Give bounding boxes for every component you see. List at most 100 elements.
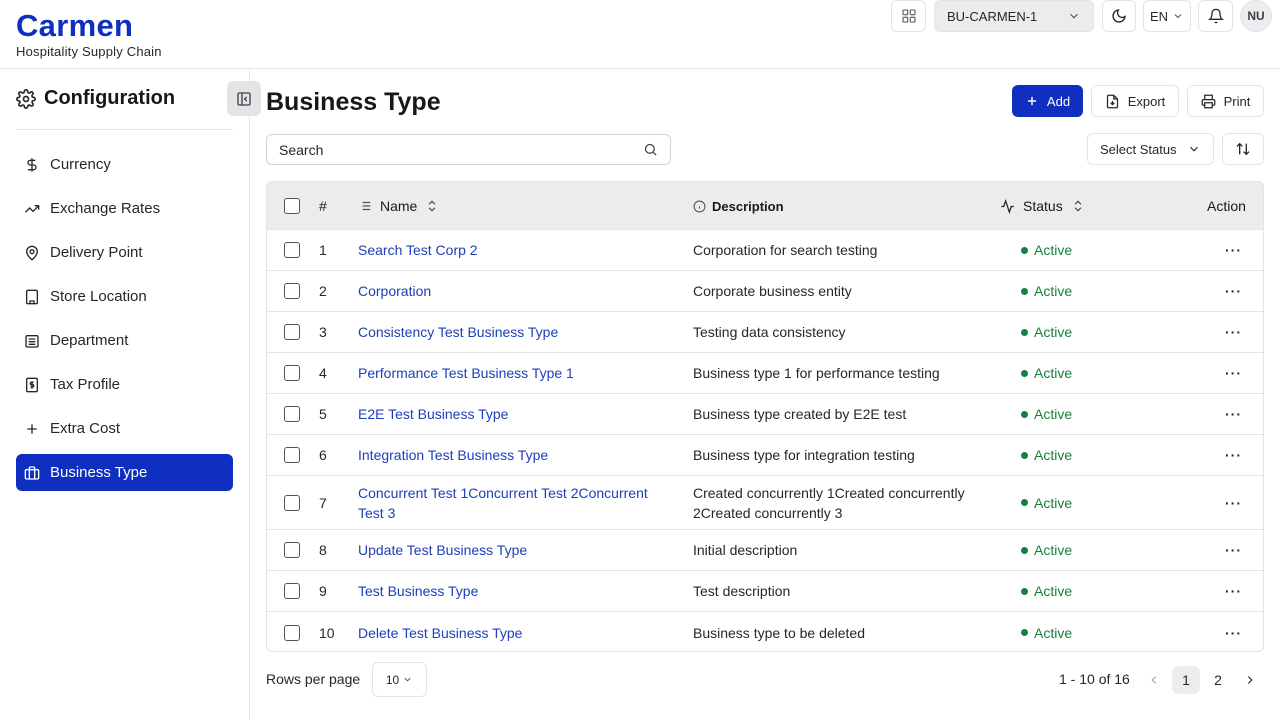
export-button-label: Export bbox=[1127, 93, 1166, 109]
previous-page-button[interactable] bbox=[1140, 666, 1168, 694]
theme-toggle-button[interactable] bbox=[1102, 0, 1136, 32]
row-name-link[interactable]: Integration Test Business Type bbox=[358, 435, 673, 475]
sidebar-item-delivery-point[interactable]: Delivery Point bbox=[16, 234, 233, 271]
row-checkbox[interactable] bbox=[284, 242, 300, 258]
add-button[interactable]: Add bbox=[1012, 85, 1083, 117]
page-2-button[interactable]: 2 bbox=[1204, 666, 1232, 694]
sidebar-item-currency[interactable]: Currency bbox=[16, 146, 233, 183]
row-actions-button[interactable]: ··· bbox=[1225, 271, 1242, 311]
notifications-button[interactable] bbox=[1198, 0, 1233, 32]
row-checkbox[interactable] bbox=[284, 583, 300, 599]
row-name-link[interactable]: Update Test Business Type bbox=[358, 530, 673, 570]
status-dot bbox=[1021, 629, 1028, 636]
row-checkbox[interactable] bbox=[284, 494, 300, 511]
trending-up-icon bbox=[24, 201, 40, 217]
sidebar-item-department[interactable]: Department bbox=[16, 322, 233, 359]
business-unit-select[interactable]: BU-CARMEN-1 bbox=[934, 0, 1094, 32]
page-1-button[interactable]: 1 bbox=[1172, 666, 1200, 694]
row-actions-button[interactable]: ··· bbox=[1225, 394, 1242, 434]
sidebar-item-extra-cost[interactable]: Extra Cost bbox=[16, 410, 233, 447]
row-actions-button[interactable]: ··· bbox=[1225, 353, 1242, 393]
user-avatar[interactable]: NU bbox=[1240, 0, 1272, 32]
export-button[interactable]: Export bbox=[1091, 85, 1179, 117]
table-header: # Name Description Status Action bbox=[267, 182, 1263, 230]
row-actions-button[interactable]: ··· bbox=[1225, 312, 1242, 352]
sort-button[interactable] bbox=[1222, 133, 1264, 165]
table-row[interactable]: 10 Delete Test Business Type Business type… bbox=[267, 612, 1263, 651]
print-button[interactable]: Print bbox=[1187, 85, 1264, 117]
row-actions-button[interactable]: ··· bbox=[1225, 530, 1242, 570]
search-input[interactable] bbox=[279, 141, 619, 158]
row-name-link[interactable]: Delete Test Business Type bbox=[358, 612, 673, 651]
row-actions-button[interactable]: ··· bbox=[1225, 435, 1242, 475]
table-row[interactable]: 7 Concurrent Test 1Concurrent Test 2Concu… bbox=[267, 476, 1263, 530]
sidebar-item-exchange-rates[interactable]: Exchange Rates bbox=[16, 190, 233, 227]
row-actions-button[interactable]: ··· bbox=[1225, 476, 1242, 529]
row-description: Business type for integration testing bbox=[693, 447, 915, 463]
column-status[interactable]: Status bbox=[1000, 182, 1085, 230]
rows-per-page-label: Rows per page bbox=[266, 671, 361, 687]
status-badge: Active bbox=[1021, 271, 1072, 311]
table-row[interactable]: 5 E2E Test Business Type Business type cre… bbox=[267, 394, 1263, 435]
row-select-cell bbox=[284, 476, 300, 529]
sidebar-item-store-location[interactable]: Store Location bbox=[16, 278, 233, 315]
print-button-label: Print bbox=[1223, 93, 1251, 109]
row-select-cell bbox=[284, 394, 300, 434]
row-checkbox[interactable] bbox=[284, 324, 300, 340]
search-icon[interactable] bbox=[643, 142, 658, 157]
row-checkbox[interactable] bbox=[284, 624, 300, 641]
row-name-link[interactable]: Performance Test Business Type 1 bbox=[358, 353, 673, 393]
sidebar-collapse-button[interactable] bbox=[227, 81, 261, 116]
sidebar-item-tax-profile[interactable]: Tax Profile bbox=[16, 366, 233, 403]
status-label: Active bbox=[1034, 242, 1073, 258]
language-select[interactable]: EN bbox=[1143, 0, 1191, 32]
row-name-link[interactable]: Consistency Test Business Type bbox=[358, 312, 673, 352]
table-row[interactable]: 2 Corporation Corporate business entity Act… bbox=[267, 271, 1263, 312]
row-name-link[interactable]: Test Business Type bbox=[358, 571, 673, 611]
list-icon bbox=[358, 199, 372, 213]
column-name[interactable]: Name bbox=[358, 182, 439, 230]
chevron-left-icon bbox=[1147, 673, 1161, 687]
chevron-down-icon bbox=[1172, 10, 1184, 22]
select-all-checkbox[interactable] bbox=[284, 198, 300, 214]
building-icon bbox=[24, 289, 40, 305]
row-select-cell bbox=[284, 230, 300, 270]
row-checkbox[interactable] bbox=[284, 365, 300, 381]
row-name-link[interactable]: Concurrent Test 1Concurrent Test 2Concur… bbox=[358, 476, 673, 529]
row-name-link[interactable]: E2E Test Business Type bbox=[358, 394, 673, 434]
sidebar: Configuration Currency Exchange Rates De… bbox=[0, 69, 261, 720]
column-name-label: Name bbox=[380, 198, 418, 214]
brand-subtitle: Hospitality Supply Chain bbox=[16, 44, 162, 59]
status-select[interactable]: Select Status bbox=[1087, 133, 1214, 165]
brand[interactable]: Carmen Hospitality Supply Chain bbox=[16, 9, 162, 60]
table-row[interactable]: 9 Test Business Type Test description Activ… bbox=[267, 571, 1263, 612]
row-checkbox[interactable] bbox=[284, 283, 300, 299]
sidebar-item-label: Tax Profile bbox=[50, 376, 121, 393]
status-label: Active bbox=[1034, 324, 1073, 340]
business-unit-value: BU-CARMEN-1 bbox=[947, 8, 1038, 24]
row-name-link[interactable]: Corporation bbox=[358, 271, 673, 311]
gear-icon bbox=[16, 88, 36, 109]
rows-per-page-select[interactable]: 10 bbox=[372, 662, 427, 697]
table-row[interactable]: 6 Integration Test Business Type Business … bbox=[267, 435, 1263, 476]
next-page-button[interactable] bbox=[1236, 666, 1264, 694]
row-checkbox[interactable] bbox=[284, 406, 300, 422]
row-select-cell bbox=[284, 271, 300, 311]
chevron-down-icon bbox=[1067, 9, 1081, 23]
rows-per-page-value: 10 bbox=[385, 672, 400, 687]
apps-grid-button[interactable] bbox=[891, 0, 926, 32]
row-actions-button[interactable]: ··· bbox=[1225, 230, 1242, 270]
row-name-link[interactable]: Search Test Corp 2 bbox=[358, 230, 673, 270]
row-checkbox[interactable] bbox=[284, 447, 300, 463]
row-checkbox[interactable] bbox=[284, 542, 300, 558]
row-actions-button[interactable]: ··· bbox=[1225, 612, 1242, 651]
row-description: Corporate business entity bbox=[693, 283, 852, 299]
sidebar-item-business-type[interactable]: Business Type bbox=[16, 454, 233, 491]
table-row[interactable]: 3 Consistency Test Business Type Testing d… bbox=[267, 312, 1263, 353]
table-row[interactable]: 4 Performance Test Business Type 1 Busines… bbox=[267, 353, 1263, 394]
status-dot bbox=[1021, 369, 1028, 377]
table-row[interactable]: 8 Update Test Business Type Initial descri… bbox=[267, 530, 1263, 571]
sidebar-item-label: Extra Cost bbox=[50, 420, 121, 437]
table-row[interactable]: 1 Search Test Corp 2 Corporation for searc… bbox=[267, 230, 1263, 271]
row-actions-button[interactable]: ··· bbox=[1225, 571, 1242, 611]
